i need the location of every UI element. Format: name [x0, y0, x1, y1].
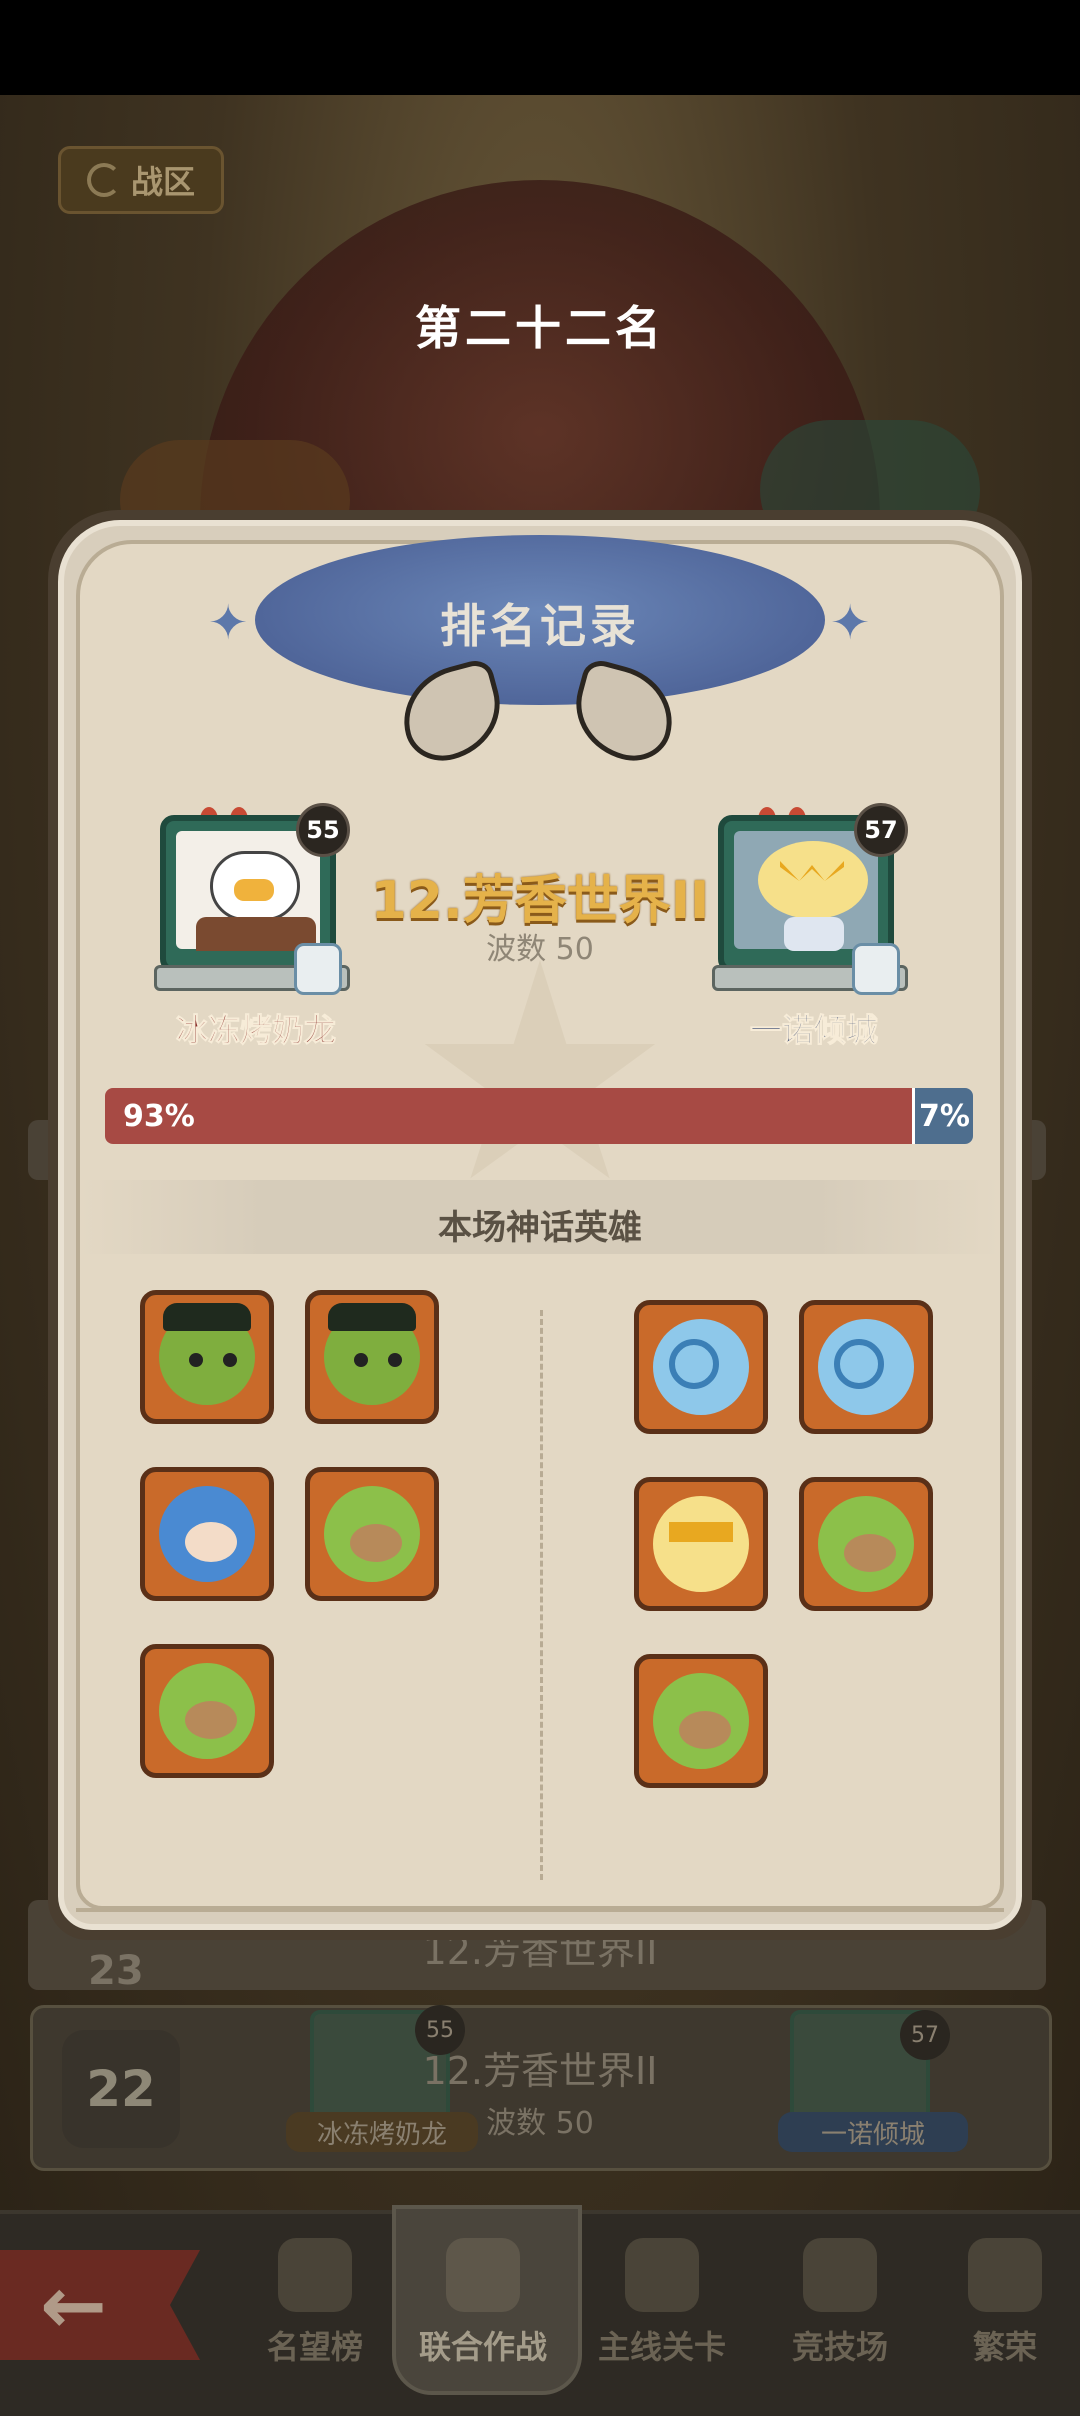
- region-button[interactable]: 战区: [58, 146, 224, 214]
- jar-icon: [852, 943, 900, 995]
- green-leaf-goblin-icon[interactable]: [305, 1467, 439, 1601]
- nav-label: 主线关卡: [597, 2328, 726, 2366]
- ice-maid-icon[interactable]: [634, 1300, 768, 1434]
- list-row-rank: 23: [88, 1948, 144, 1994]
- wave-count: 波数 50: [486, 932, 594, 967]
- leaf-icon: [968, 2238, 1042, 2312]
- nav-item-main-stage[interactable]: 主线关卡: [572, 2230, 752, 2380]
- green-hat-goblin-icon[interactable]: [140, 1290, 274, 1424]
- damage-share-bar-right: 7%: [912, 1088, 973, 1144]
- green-leaf-goblin-icon[interactable]: [799, 1477, 933, 1611]
- nav-item-fame[interactable]: 名望榜: [225, 2230, 405, 2380]
- damage-share-bar-left: 93%: [105, 1088, 912, 1144]
- star-icon-left: ✦: [208, 595, 249, 651]
- ice-maid-icon[interactable]: [799, 1300, 933, 1434]
- level-badge: 55: [296, 803, 350, 857]
- section-title: 本场神话英雄: [438, 1208, 642, 1248]
- eagle-portrait-icon: [176, 831, 320, 951]
- player-name-left: 冰冻烤奶龙: [175, 1011, 336, 1050]
- green-leaf-goblin-icon[interactable]: [140, 1644, 274, 1778]
- nav-item-coop[interactable]: 联合作战: [393, 2230, 573, 2380]
- back-button[interactable]: ←: [0, 2250, 200, 2360]
- region-button-label: 战区: [130, 163, 195, 201]
- star-icon-right: ✦: [830, 595, 871, 651]
- lightning-cloud-portrait-icon: [734, 831, 878, 951]
- player-name-right: 一诺倾城: [749, 1011, 878, 1050]
- refresh-icon: [86, 163, 121, 197]
- green-hat-goblin-icon[interactable]: [305, 1290, 439, 1424]
- arena-icon: [803, 2238, 877, 2312]
- nav-item-prosperity[interactable]: 繁荣: [930, 2230, 1080, 2380]
- green-leaf-goblin-icon[interactable]: [634, 1654, 768, 1788]
- team-divider: [540, 1310, 543, 1880]
- nav-label: 联合作战: [418, 2328, 547, 2366]
- rank-title: 第二十二名: [415, 301, 665, 355]
- handshake-icon: [446, 2238, 520, 2312]
- blue-hair-knight-icon[interactable]: [140, 1467, 274, 1601]
- right-percent: 7%: [919, 1098, 970, 1134]
- nav-label: 繁荣: [972, 2328, 1037, 2366]
- nav-label: 竞技场: [791, 2328, 888, 2366]
- player-name-right: 一诺倾城: [778, 2112, 968, 2152]
- left-percent: 93%: [123, 1098, 195, 1134]
- level-badge: 57: [854, 803, 908, 857]
- crossed-swords-icon: [625, 2238, 699, 2312]
- modal-title: 排名记录: [440, 599, 640, 653]
- nav-item-arena[interactable]: 竞技场: [750, 2230, 930, 2380]
- trophy-icon: [278, 2238, 352, 2312]
- stage-name: 12.芳香世界II: [370, 871, 710, 931]
- back-arrow-icon: ←: [40, 2258, 108, 2352]
- lightning-cloud-icon[interactable]: [634, 1477, 768, 1611]
- jar-icon: [294, 943, 342, 995]
- level-badge: 57: [900, 2010, 950, 2060]
- modal-bottom-edge: [76, 1898, 1004, 1912]
- nav-label: 名望榜: [266, 2328, 363, 2366]
